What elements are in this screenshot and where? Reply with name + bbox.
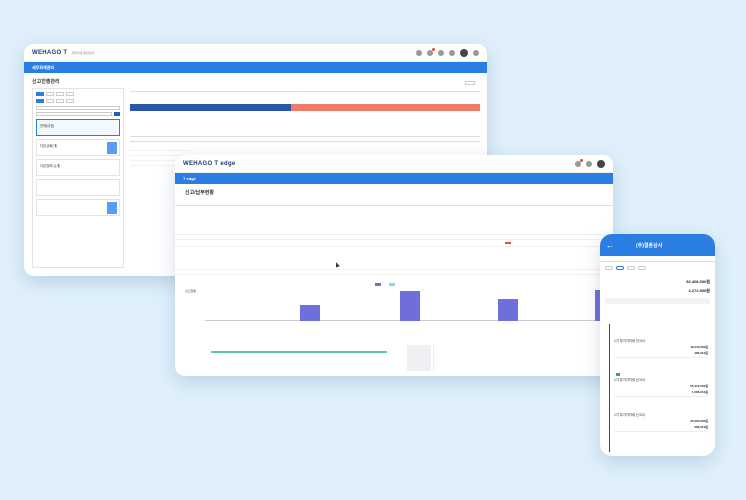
notification-icon[interactable] [575, 158, 583, 167]
company-card[interactable]: 다온컴퍼니(개) [36, 159, 120, 176]
legend-item [375, 283, 383, 286]
company-card[interactable]: 전체(대표) [36, 119, 120, 136]
filter-chip[interactable] [46, 92, 54, 96]
desktop-window-filing-status: WEHAGO T edge T edge 신고/납부현황 신고현황 [175, 155, 613, 376]
company-title: (주)결혼상사 [636, 242, 663, 249]
event-value: 55,410,000원 [690, 384, 708, 388]
timeline-event[interactable]: 1기 부가가치세 신고서 55,410,000원 1,586,210원 [614, 373, 708, 397]
avatar[interactable] [460, 48, 468, 57]
summary-bar [605, 298, 710, 304]
table-row[interactable] [175, 270, 613, 275]
status-tabs [175, 198, 613, 206]
event-name: 1기 부가가치세 신고서 [614, 339, 645, 343]
event-value: 486,210원 [694, 351, 708, 355]
event-value: 25,460,000원 [690, 419, 708, 423]
filter-pill[interactable] [605, 266, 613, 270]
mobile-window-company: ← (주)결혼상사 52,408,000원 2,272,900원 1기 부가가치… [600, 234, 715, 456]
status-badge [616, 373, 620, 376]
filter-pills [600, 262, 715, 274]
summary-value: 52,408,000원 [686, 279, 710, 284]
filter-pill[interactable] [627, 266, 635, 270]
timeline-event[interactable]: 1기 부가가치세 신고서 18,110,000원 486,210원 [614, 337, 708, 358]
notification-icon[interactable] [427, 47, 435, 56]
chart-label: 신고현황 [185, 289, 197, 293]
nav-brand[interactable]: 세무회계관리 [32, 65, 92, 71]
main-nav: T edge [175, 173, 613, 184]
chart-bar [400, 290, 420, 321]
top-bar: WEHAGO T 세무회계 통합관리 [24, 44, 487, 62]
apps-icon[interactable] [416, 49, 422, 56]
search-input[interactable] [36, 112, 112, 116]
help-icon[interactable] [449, 49, 455, 56]
chart-bar [300, 305, 320, 321]
top-action-button[interactable] [465, 81, 475, 85]
app-logo[interactable]: WEHAGO T edge [183, 161, 236, 167]
avatar[interactable] [597, 159, 605, 168]
chart-legend [375, 283, 397, 286]
power-icon[interactable] [473, 49, 479, 56]
page-title: 신고진행관리 [32, 79, 60, 85]
filter-pill-active[interactable] [616, 266, 624, 270]
main-nav: 세무회계관리 [24, 62, 487, 73]
status-select[interactable] [36, 106, 120, 110]
schedule-detail-area [433, 345, 601, 371]
filter-chip[interactable] [36, 99, 44, 103]
back-arrow-icon[interactable]: ← [606, 241, 614, 250]
mobile-header: ← (주)결혼상사 [600, 234, 715, 256]
help-icon[interactable] [586, 160, 592, 167]
page-title: 신고/납부현황 [185, 190, 214, 196]
event-name: 1기 부가가치세 신고서 [614, 413, 645, 417]
table-row[interactable] [175, 240, 613, 247]
company-name: 전체(대표) [40, 124, 55, 128]
filter-chip[interactable] [66, 99, 74, 103]
filter-pill[interactable] [638, 266, 646, 270]
status-badge [505, 242, 511, 244]
legend-item [389, 283, 397, 286]
filter-chip[interactable] [56, 99, 64, 103]
event-value: 586,210원 [694, 425, 708, 429]
summary-section: 52,408,000원 2,272,900원 [600, 274, 715, 310]
event-name: 1기 부가가치세 신고서 [614, 378, 645, 382]
company-thumbnail [107, 142, 117, 154]
top-icons [416, 47, 479, 57]
top-icons [575, 158, 605, 168]
company-thumbnail [107, 202, 117, 214]
summary-value: 2,272,900원 [688, 288, 710, 293]
table-header [130, 136, 480, 142]
settings-icon[interactable] [438, 49, 444, 56]
company-card[interactable]: 다온상회(개) [36, 139, 120, 156]
schedule-summary-panel [407, 345, 431, 371]
event-value: 1,586,210원 [691, 390, 708, 394]
filing-progress-bar [130, 104, 480, 111]
company-name: 다온상회(개) [40, 144, 58, 148]
company-name: 다온컴퍼니(개) [40, 164, 61, 168]
filter-chip[interactable] [36, 92, 44, 96]
company-card[interactable] [36, 179, 120, 196]
company-list-pane: 전체(대표) 다온상회(개) 다온컴퍼니(개) [32, 88, 124, 268]
top-bar: WEHAGO T edge [175, 155, 613, 173]
chart-bar [498, 298, 518, 321]
schedule-bar [211, 351, 387, 353]
filter-chip[interactable] [66, 92, 74, 96]
company-card[interactable] [36, 199, 120, 216]
timeline-event[interactable]: 1기 부가가치세 신고서 25,460,000원 586,210원 [614, 411, 708, 432]
detail-tabs [130, 88, 480, 92]
app-logo-sub: 세무회계 통합관리 [71, 50, 95, 55]
progress-done [130, 104, 291, 111]
progress-remaining [291, 104, 480, 111]
filter-chip[interactable] [46, 99, 54, 103]
filing-chart: 신고현황 [185, 279, 613, 327]
nav-brand[interactable]: T edge [183, 176, 243, 181]
search-button[interactable] [114, 112, 120, 116]
table-header [175, 206, 613, 212]
timeline-line [609, 324, 610, 452]
filter-chip[interactable] [56, 92, 64, 96]
app-logo[interactable]: WEHAGO T [32, 50, 67, 56]
event-value: 18,110,000원 [690, 345, 708, 349]
